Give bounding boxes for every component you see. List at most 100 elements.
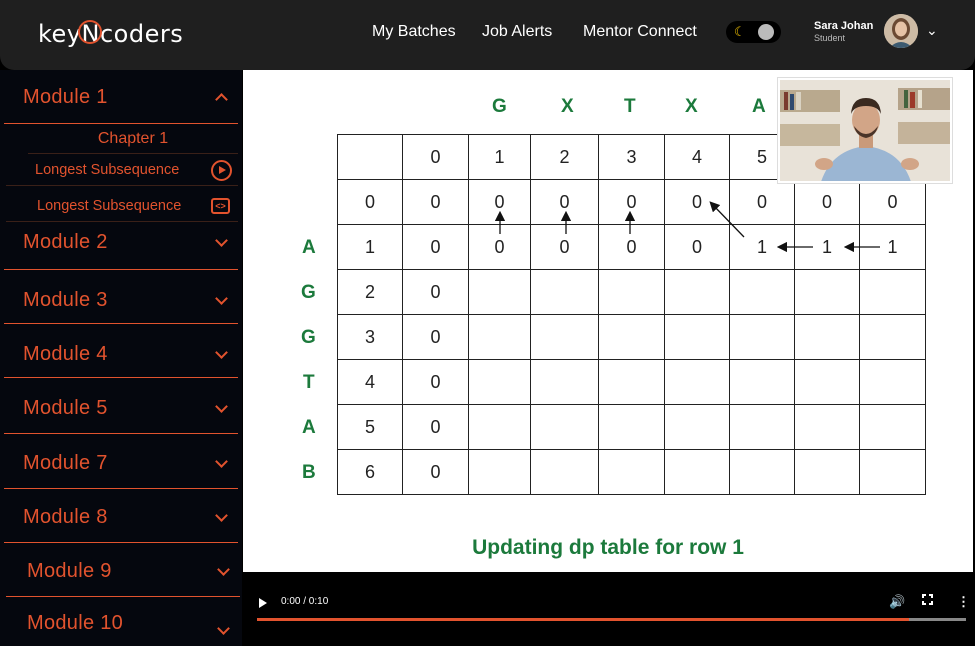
module-7[interactable]: Module 7: [4, 434, 238, 489]
dp-cell: 0: [337, 179, 403, 225]
module-8[interactable]: Module 8: [4, 489, 238, 543]
dp-cell: [468, 449, 531, 495]
dp-cell: [794, 449, 860, 495]
chevron-down-icon: [217, 622, 230, 635]
dp-cell: [729, 359, 795, 405]
col-letter: A: [752, 96, 766, 117]
dp-cell: 0: [598, 179, 665, 225]
dp-cell: [468, 269, 531, 315]
nav-my-batches[interactable]: My Batches: [372, 23, 456, 41]
lesson-longest-subsequence-video[interactable]: Longest Subsequence: [6, 154, 238, 186]
module-10[interactable]: Module 10: [6, 597, 240, 646]
dp-cell: [530, 404, 599, 450]
chevron-down-icon: [215, 234, 228, 247]
keyncoders-logo[interactable]: key N coders: [38, 20, 183, 48]
dp-cell: 0: [598, 224, 665, 270]
col-letter: G: [492, 96, 507, 117]
dp-cell: [794, 314, 860, 360]
dp-cell: 1: [794, 224, 860, 270]
slide-caption: Updating dp table for row 1: [472, 536, 744, 559]
dp-cell: 0: [794, 179, 860, 225]
play-button[interactable]: [259, 598, 267, 608]
dp-cell: [664, 314, 730, 360]
row-letter: T: [303, 372, 315, 393]
logo-suffix: coders: [99, 20, 184, 48]
dp-cell: 1: [729, 224, 795, 270]
chapter-1[interactable]: Chapter 1: [28, 124, 238, 154]
row-letter: G: [301, 282, 316, 303]
top-header: key N coders My Batches Job Alerts Mento…: [0, 0, 975, 70]
dp-cell: [729, 404, 795, 450]
module-3[interactable]: Module 3: [4, 270, 238, 324]
play-circle-icon: [211, 160, 232, 181]
more-options-icon[interactable]: ⋮: [957, 594, 970, 610]
volume-icon[interactable]: 🔊: [889, 594, 905, 610]
dp-cell: [468, 359, 531, 405]
chevron-down-icon: [215, 400, 228, 413]
nav-mentor-connect[interactable]: Mentor Connect: [583, 23, 697, 41]
nav-job-alerts[interactable]: Job Alerts: [482, 23, 552, 41]
dp-cell: [468, 404, 531, 450]
module-1[interactable]: Module 1: [4, 70, 238, 124]
dp-cell: 0: [664, 224, 730, 270]
dp-cell: 0: [468, 224, 531, 270]
dp-cell: 0: [402, 449, 469, 495]
dp-cell: 3: [598, 134, 665, 180]
module-9[interactable]: Module 9: [6, 543, 240, 597]
col-letter: X: [685, 96, 698, 117]
dp-cell: [859, 449, 926, 495]
dp-cell: [794, 404, 860, 450]
dp-cell: 0: [402, 134, 469, 180]
dp-cell: [530, 269, 599, 315]
dp-cell: [664, 359, 730, 405]
dp-cell: 0: [402, 314, 469, 360]
module-4[interactable]: Module 4: [4, 324, 238, 378]
chevron-down-icon[interactable]: ⌄: [926, 22, 938, 39]
dp-cell: [729, 449, 795, 495]
progress-bar[interactable]: [257, 618, 966, 621]
dp-cell: [664, 404, 730, 450]
dp-cell: [859, 314, 926, 360]
instructor-webcam: [778, 78, 952, 183]
progress-fill: [257, 618, 910, 621]
moon-icon: ☾: [734, 24, 746, 39]
avatar[interactable]: [884, 14, 918, 48]
dp-cell: [337, 134, 403, 180]
theme-toggle[interactable]: ☾: [726, 21, 781, 43]
chevron-down-icon: [215, 292, 228, 305]
dp-cell: [530, 359, 599, 405]
logo-ring-icon: [77, 20, 102, 44]
dp-cell: 0: [530, 179, 599, 225]
dp-cell: 0: [530, 224, 599, 270]
chevron-down-icon: [215, 346, 228, 359]
dp-cell: [598, 314, 665, 360]
fullscreen-icon[interactable]: [922, 594, 933, 605]
dp-cell: [530, 314, 599, 360]
row-letter: G: [301, 327, 316, 348]
row-letter: A: [302, 237, 316, 258]
module-5[interactable]: Module 5: [4, 378, 238, 434]
row-letter: A: [302, 417, 316, 438]
toggle-knob: [758, 24, 774, 40]
dp-cell: 0: [402, 269, 469, 315]
module-2[interactable]: Module 2: [4, 222, 238, 270]
dp-cell: [530, 449, 599, 495]
dp-cell: 4: [337, 359, 403, 405]
dp-cell: [598, 404, 665, 450]
dp-cell: 0: [402, 224, 469, 270]
dp-cell: [598, 269, 665, 315]
col-letter: T: [624, 96, 636, 117]
row-letter: B: [302, 462, 316, 483]
dp-cell: [794, 359, 860, 405]
dp-cell: [664, 449, 730, 495]
dp-cell: 1: [337, 224, 403, 270]
lesson-longest-subsequence-code[interactable]: Longest Subsequence <>: [6, 190, 238, 222]
user-role: Student: [814, 33, 846, 43]
dp-cell: 1: [468, 134, 531, 180]
video-player[interactable]: G X T X A A G G T A B 012345670000000001…: [243, 70, 973, 572]
dp-cell: 3: [337, 314, 403, 360]
dp-cell: [859, 269, 926, 315]
chevron-down-icon: [217, 563, 230, 576]
dp-cell: [598, 359, 665, 405]
dp-cell: [729, 269, 795, 315]
